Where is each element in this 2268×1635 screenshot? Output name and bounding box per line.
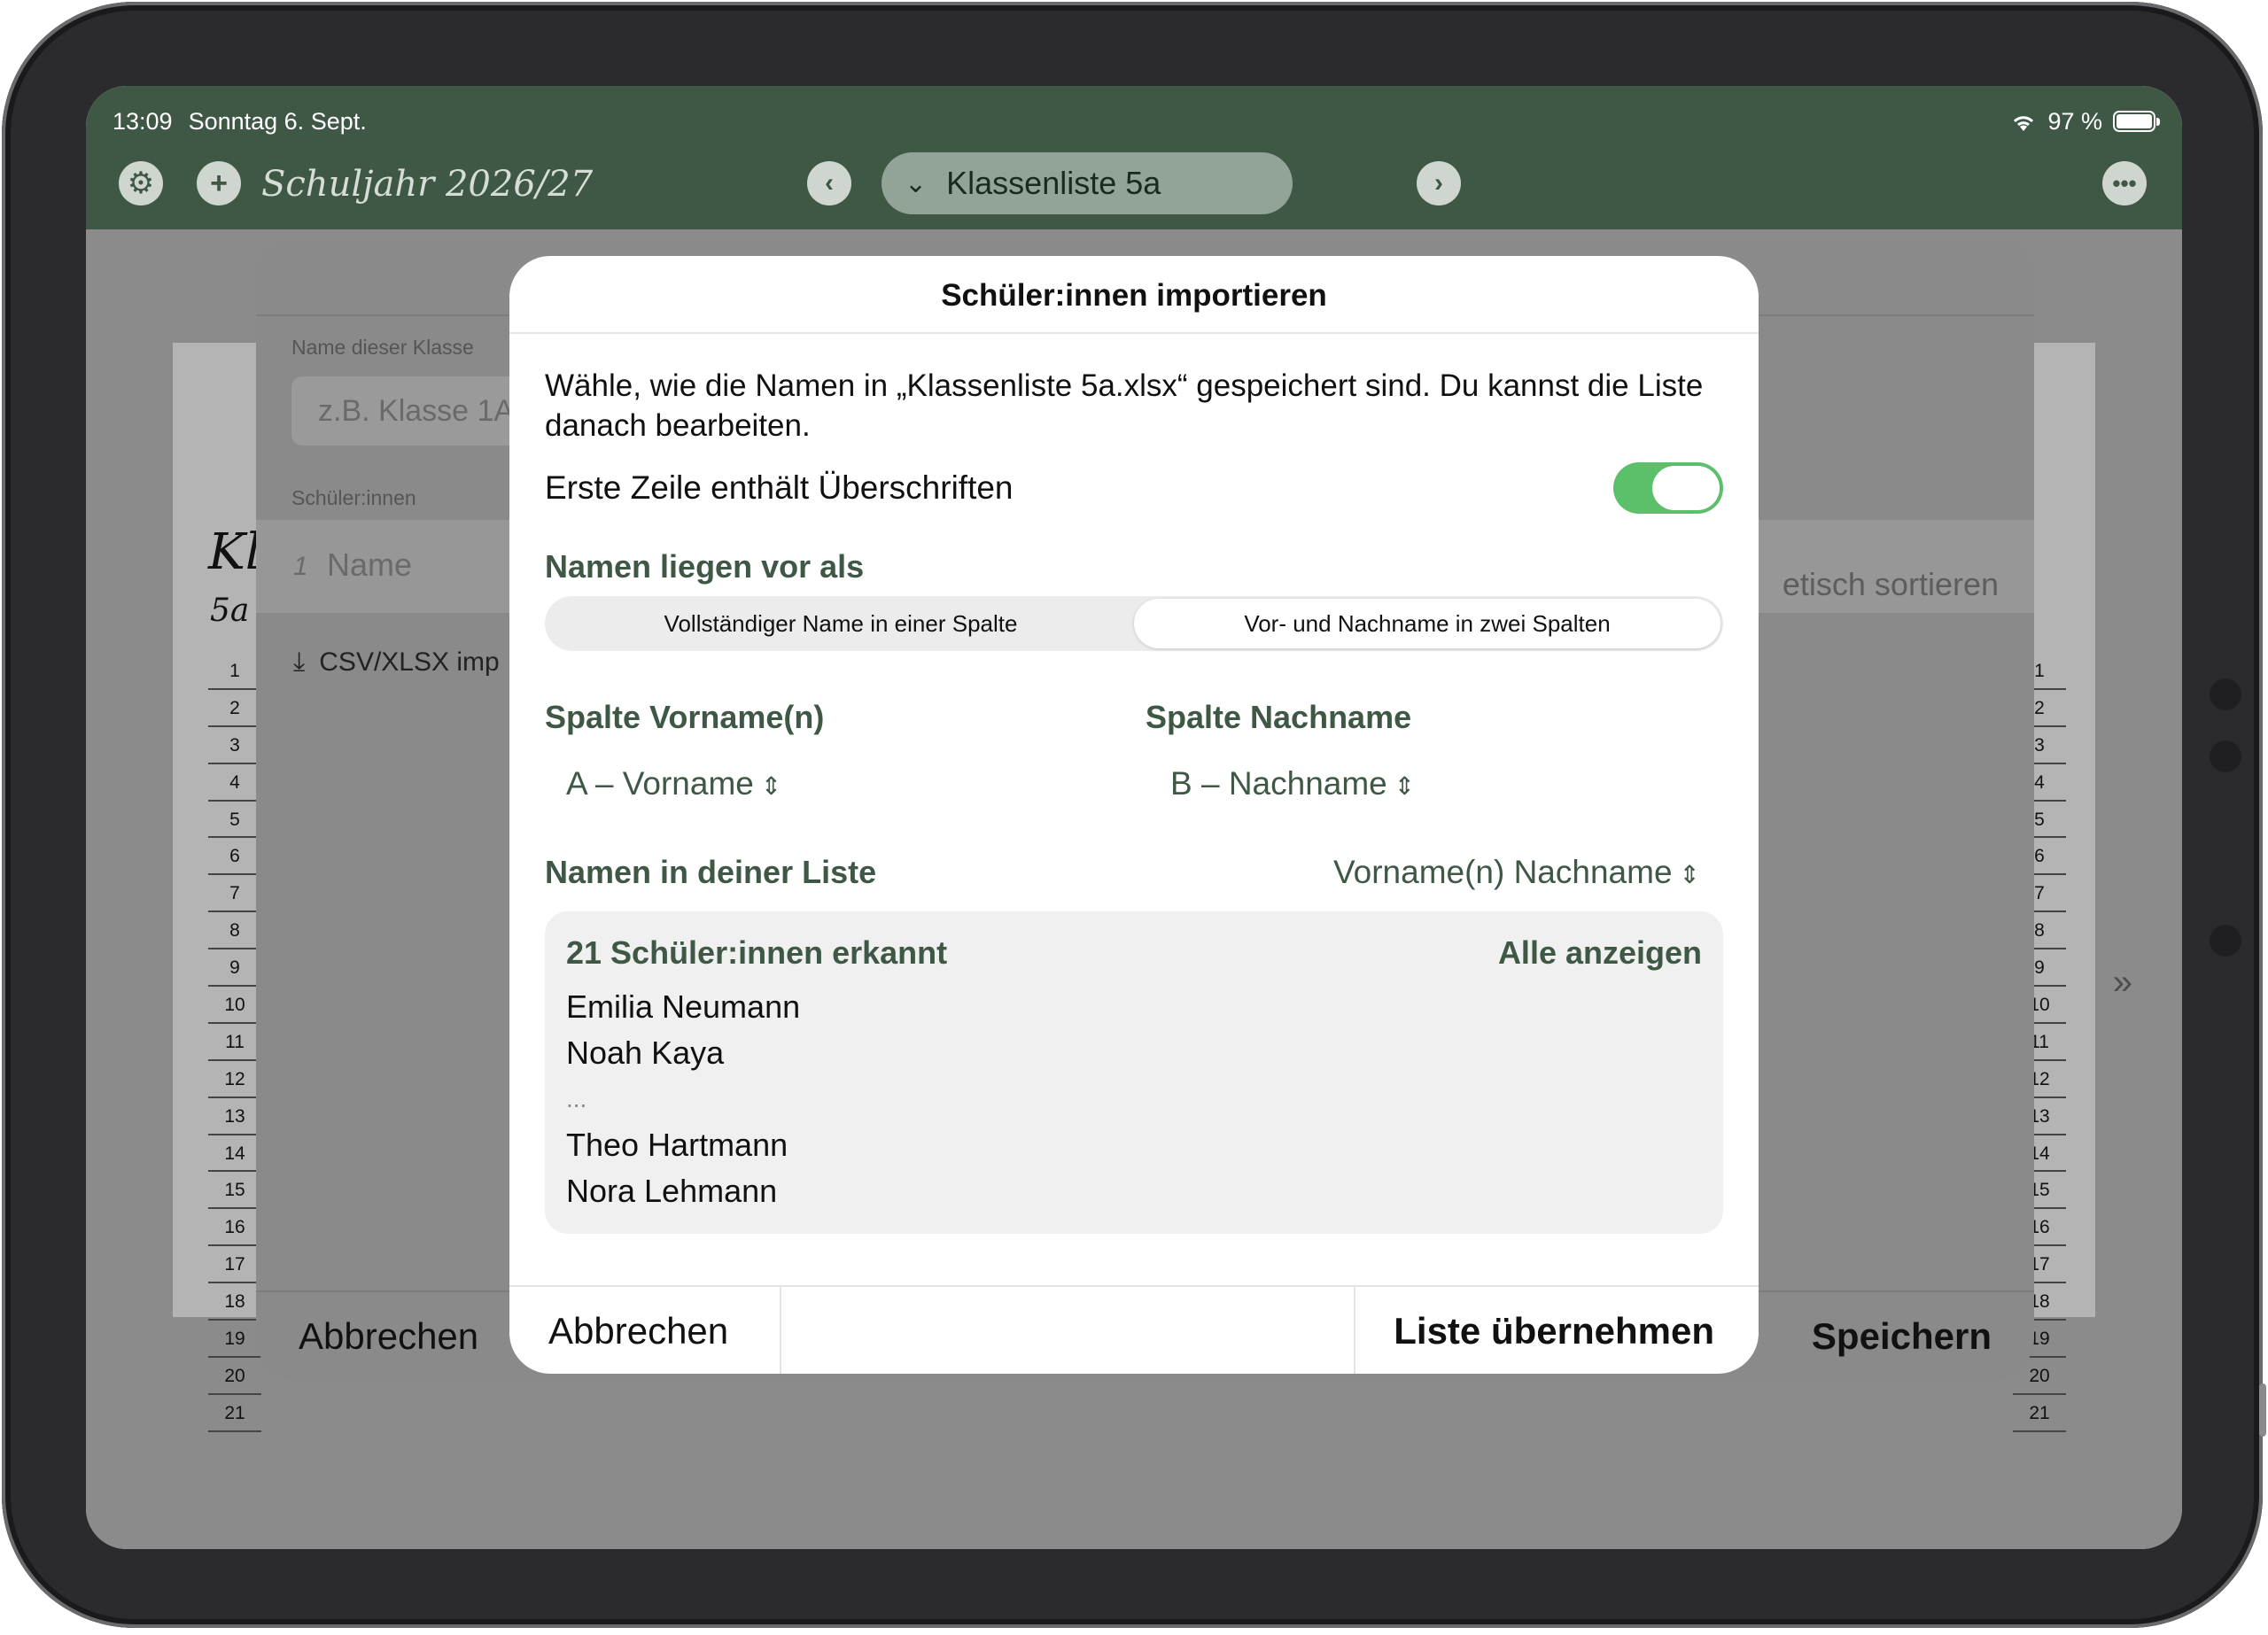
header-row-toggle[interactable] xyxy=(1613,462,1723,514)
row-number-cell: 4 xyxy=(208,764,261,802)
preview-name: Noah Kaya xyxy=(566,1034,725,1071)
footer-divider xyxy=(1354,1287,1355,1374)
double-chevron-right-icon[interactable]: » xyxy=(2113,963,2132,1003)
csv-import-label: CSV/XLSX imp xyxy=(319,647,500,677)
recognized-count: 21 Schüler:innen erkannt xyxy=(566,934,948,971)
class-name-field[interactable]: z.B. Klasse 1A xyxy=(291,376,522,446)
show-all-button[interactable]: Alle anzeigen xyxy=(1498,934,1702,972)
first-name-column-picker[interactable]: A – Vorname ⇕ xyxy=(566,765,781,802)
paper-title: Kl xyxy=(208,523,261,581)
row-number-cell: 1 xyxy=(208,653,261,690)
last-name-column-picker[interactable]: B – Nachname ⇕ xyxy=(1170,765,1415,802)
segment-single-column[interactable]: Vollständiger Name in einer Spalte xyxy=(548,599,1134,648)
row-number-cell: 9 xyxy=(208,949,261,988)
row-number-cell: 8 xyxy=(208,912,261,950)
paper-subtitle: 5a xyxy=(210,593,250,629)
header-row-label: Erste Zeile enthält Überschriften xyxy=(545,469,1014,506)
list-format-picker[interactable]: Vorname(n) Nachname ⇕ xyxy=(1333,854,1700,891)
row-number-cell: 10 xyxy=(208,987,261,1024)
status-time: 13:09 xyxy=(113,107,173,135)
status-bar: 13:09 Sonntag 6. Sept. 97 % xyxy=(113,104,2160,139)
up-down-chevron-icon: ⇕ xyxy=(760,772,782,800)
row-number-cell: 17 xyxy=(208,1246,261,1284)
list-title: Klassenliste 5a xyxy=(946,165,1161,201)
list-format-value: Vorname(n) Nachname xyxy=(1333,854,1673,890)
row-number-cell: 19 xyxy=(208,1321,261,1358)
apply-list-button[interactable]: Liste übernehmen xyxy=(1394,1310,1714,1352)
last-name-column-value: B – Nachname xyxy=(1170,765,1387,802)
chevron-left-icon[interactable]: ‹ xyxy=(807,161,851,205)
students-label: Schüler:innen xyxy=(291,486,416,509)
row-number: 1 xyxy=(293,552,308,581)
class-name-label: Name dieser Klasse xyxy=(291,336,474,359)
row-number-cell: 7 xyxy=(208,875,261,913)
sort-alphabetically-button[interactable]: etisch sortieren xyxy=(1783,566,1999,603)
row-number-cell: 15 xyxy=(208,1172,261,1210)
sheet-cancel-button[interactable]: Abbrechen xyxy=(299,1315,478,1358)
row-number-cell: 11 xyxy=(208,1024,261,1061)
preview-name: Theo Hartmann xyxy=(566,1127,788,1163)
up-down-chevron-icon: ⇕ xyxy=(1679,861,1700,888)
top-bar: 13:09 Sonntag 6. Sept. 97 % ⚙ + Schuljah… xyxy=(86,86,2182,229)
csv-import-button[interactable]: ⤓ CSV/XLSX imp xyxy=(293,647,500,678)
name-format-segmented-control: Vollständiger Name in einer Spalte Vor- … xyxy=(545,596,1723,651)
dialog-title: Schüler:innen importieren xyxy=(509,256,1759,334)
footer-divider xyxy=(780,1287,781,1374)
row-number-cell: 20 xyxy=(208,1358,261,1395)
row-number-cell: 18 xyxy=(208,1283,261,1321)
battery-percent: 97 % xyxy=(2047,107,2102,135)
row-number-cell: 5 xyxy=(208,802,261,839)
preview-ellipsis: ... xyxy=(566,1085,587,1112)
wifi-icon xyxy=(2010,112,2037,131)
import-icon: ⤓ xyxy=(293,647,306,677)
last-name-column-heading: Spalte Nachname xyxy=(1146,699,1412,735)
plus-icon[interactable]: + xyxy=(197,161,241,205)
battery-icon xyxy=(2113,111,2160,132)
row-number-cell: 21 xyxy=(2013,1395,2066,1432)
chevron-down-icon: ⌄ xyxy=(905,168,928,198)
row-number-cell: 21 xyxy=(208,1395,261,1432)
school-year-title: Schuljahr 2026/27 xyxy=(261,164,594,205)
first-name-column-value: A – Vorname xyxy=(566,765,754,802)
ipad-frame: 13:09 Sonntag 6. Sept. 97 % ⚙ + Schuljah… xyxy=(2,2,2266,1628)
sheet-save-button[interactable]: Speichern xyxy=(1812,1315,1992,1358)
gear-icon[interactable]: ⚙ xyxy=(119,161,163,205)
import-dialog: Schüler:innen importieren Wähle, wie die… xyxy=(509,256,1759,1374)
dialog-description: Wähle, wie die Namen in „Klassenliste 5a… xyxy=(545,368,1704,443)
list-format-heading: Namen in deiner Liste xyxy=(545,854,877,890)
row-number-cell: 3 xyxy=(208,727,261,764)
format-heading: Namen liegen vor als xyxy=(545,548,865,585)
row-number-cell: 16 xyxy=(208,1209,261,1247)
row-number-cell: 13 xyxy=(208,1098,261,1135)
status-date: Sonntag 6. Sept. xyxy=(188,107,367,135)
name-placeholder: Name xyxy=(327,546,413,583)
header-row-setting: Erste Zeile enthält Überschriften xyxy=(545,461,1723,515)
preview-name: Nora Lehmann xyxy=(566,1173,778,1209)
side-button xyxy=(2259,1383,2266,1437)
row-numbers-left: 1 2 3 4 5 6 7 8 9 10 11 12 13 14 15 16 17 18 19 20 21 xyxy=(208,653,261,1432)
preview-names: Emilia Neumann Noah Kaya ... Theo Hartma… xyxy=(566,984,800,1214)
up-down-chevron-icon: ⇕ xyxy=(1394,772,1416,800)
row-number-cell: 14 xyxy=(208,1135,261,1173)
import-summary: 21 Schüler:innen erkannt Alle anzeigen E… xyxy=(545,911,1723,1234)
row-number-cell: 2 xyxy=(208,690,261,727)
screen: 13:09 Sonntag 6. Sept. 97 % ⚙ + Schuljah… xyxy=(86,86,2182,1549)
ellipsis-icon[interactable]: ••• xyxy=(2102,161,2147,205)
segment-two-columns[interactable]: Vor- und Nachname in zwei Spalten xyxy=(1134,599,1720,648)
row-number-cell: 6 xyxy=(208,838,261,876)
first-name-column-heading: Spalte Vorname(n) xyxy=(545,699,825,735)
row-number-cell: 12 xyxy=(208,1061,261,1098)
list-title-menu[interactable]: ⌄ Klassenliste 5a xyxy=(882,152,1293,214)
dialog-cancel-button[interactable]: Abbrechen xyxy=(548,1310,728,1352)
dialog-footer: Abbrechen Liste übernehmen xyxy=(509,1285,1759,1374)
preview-name: Emilia Neumann xyxy=(566,988,801,1025)
chevron-right-icon[interactable]: › xyxy=(1417,161,1461,205)
